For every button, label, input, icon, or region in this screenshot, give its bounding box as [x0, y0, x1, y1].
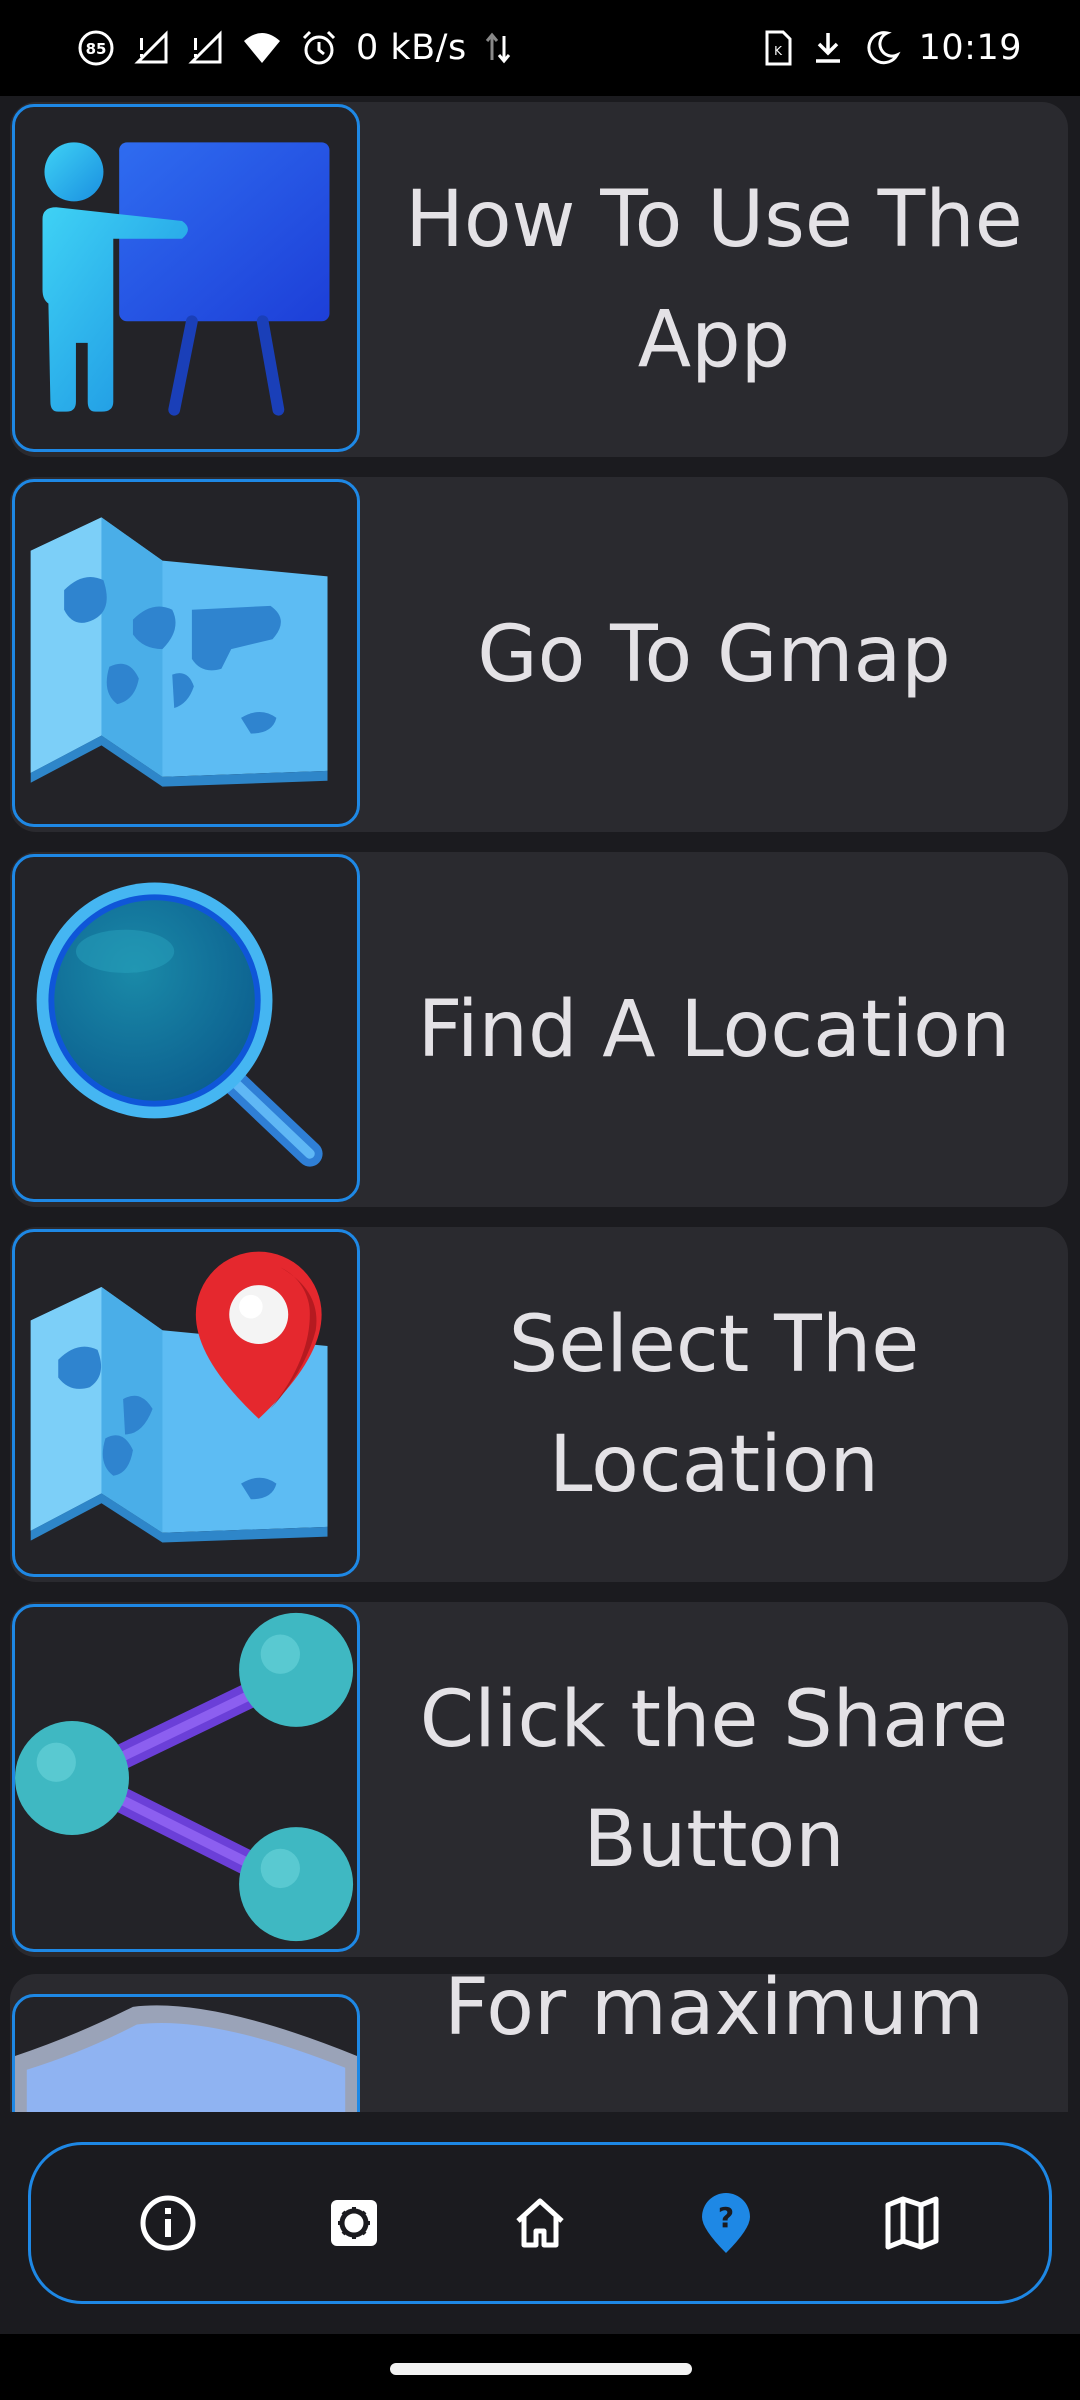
download-icon: [811, 30, 845, 66]
svg-text:?: ?: [718, 2201, 734, 2234]
signal-no-sim-1-icon: [134, 30, 170, 66]
nav-settings-button[interactable]: [294, 2163, 414, 2283]
status-bar: 85 0 kB/s K 10:19: [0, 0, 1080, 96]
sim-card-icon: K: [763, 30, 793, 66]
home-icon: [516, 2198, 564, 2248]
steps-list[interactable]: How To Use The App Go To Gmap Find A Loc…: [0, 96, 1080, 2112]
item-label: Find A Location: [417, 984, 1011, 1075]
help-icon: ?: [702, 2193, 750, 2253]
item-label: Click the Share Button: [419, 1674, 1009, 1885]
data-arrows-icon: [485, 30, 511, 66]
item-label: How To Use The App: [405, 174, 1023, 385]
status-left: 85 0 kB/s: [76, 28, 511, 68]
thumbnail: [12, 479, 360, 827]
thumbnail: [12, 104, 360, 452]
wifi-icon: [242, 31, 282, 65]
bottom-navigation-area: ?: [0, 2112, 1080, 2334]
share-icon: [15, 1612, 354, 1942]
network-speed: 0 kB/s: [356, 28, 467, 68]
settings-icon: [331, 2200, 377, 2246]
signal-no-sim-2-icon: [188, 30, 224, 66]
svg-text:K: K: [774, 44, 783, 58]
thumbnail: [12, 1994, 360, 2112]
list-item-find-location[interactable]: Find A Location: [10, 852, 1068, 1207]
list-item-go-to-gmap[interactable]: Go To Gmap: [10, 477, 1068, 832]
do-not-disturb-moon-icon: [863, 29, 901, 67]
map-pin-icon: [30, 1251, 328, 1543]
list-item-for-maximum[interactable]: For maximum: [10, 1963, 1068, 2112]
nav-map-button[interactable]: [852, 2163, 972, 2283]
shield-icon: [15, 2005, 357, 2112]
nav-info-button[interactable]: [108, 2163, 228, 2283]
alarm-icon: [300, 29, 338, 67]
map-icon: [885, 2196, 939, 2250]
notification-badge-icon: 85: [76, 28, 116, 68]
home-indicator[interactable]: [390, 2363, 692, 2375]
nav-help-button[interactable]: ?: [666, 2163, 786, 2283]
folded-map-icon: [30, 517, 328, 787]
nav-home-button[interactable]: [480, 2163, 600, 2283]
info-icon: [140, 2195, 196, 2251]
list-item-click-share[interactable]: Click the Share Button: [10, 1602, 1068, 1957]
badge-count: 85: [86, 40, 107, 58]
clock: 10:19: [918, 28, 1022, 68]
presentation-icon: [42, 142, 330, 416]
list-item-how-to-use[interactable]: How To Use The App: [10, 102, 1068, 457]
item-label: Select The Location: [508, 1299, 920, 1510]
item-label: For maximum: [444, 1963, 984, 2053]
status-right: K 10:19: [763, 28, 1022, 68]
bottom-navigation-bar: ?: [28, 2142, 1052, 2304]
item-label: Go To Gmap: [477, 609, 951, 700]
list-item-select-location[interactable]: Select The Location: [10, 1227, 1068, 1582]
thumbnail: [12, 1229, 360, 1577]
thumbnail: [12, 854, 360, 1202]
thumbnail: [12, 1604, 360, 1952]
magnifier-icon: [36, 882, 323, 1167]
